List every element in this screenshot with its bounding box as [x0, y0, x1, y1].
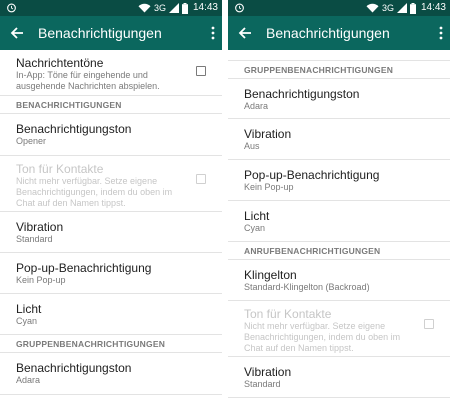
wifi-icon — [138, 3, 151, 13]
app-bar: Benachrichtigungen — [0, 16, 222, 50]
network-type-label: 3G — [381, 3, 394, 13]
signal-icon — [396, 3, 407, 13]
list-item[interactable]: Klingelton Standard-Klingelton (Backroad… — [228, 260, 450, 301]
battery-icon — [409, 2, 416, 14]
row-subtitle: Standard — [16, 234, 53, 244]
row-title: Benachrichtigungston — [16, 361, 132, 375]
list-item[interactable]: Vibration Standard — [0, 212, 222, 253]
more-vert-icon[interactable] — [438, 26, 444, 40]
row-subtitle: Kein Pop-up — [244, 182, 294, 192]
row-subtitle: Standard — [244, 379, 281, 389]
contact-sound-row: Ton für Kontakte Nicht mehr verfügbar. S… — [228, 301, 450, 357]
row-title: Licht — [16, 302, 42, 316]
status-bar: 3G 14:43 — [0, 0, 222, 16]
page-title: Benachrichtigungen — [38, 25, 162, 41]
page-title: Benachrichtigungen — [266, 25, 390, 41]
right-screen: 3G 14:43 Benachrichtigungen GRUPPENBENAC… — [228, 0, 450, 400]
list-item[interactable]: Benachrichtigungston Adara — [228, 79, 450, 119]
row-subtitle: Adara — [244, 101, 269, 111]
row-title: Ton für Kontakte — [16, 162, 104, 176]
section-header: GRUPPENBENACHRICHTIGUNGEN — [228, 61, 450, 79]
row-title: Nachrichtentöne — [16, 56, 104, 70]
list-item[interactable]: Benachrichtigungston Opener — [0, 114, 222, 156]
clock-time: 14:43 — [192, 2, 218, 13]
list-item[interactable]: Pop-up-Benachrichtigung Kein Pop-up — [228, 160, 450, 201]
row-title: Pop-up-Benachrichtigung — [244, 168, 380, 182]
list-item[interactable]: Vibration Standard — [228, 357, 450, 398]
screenshot-pair: 3G 14:43 Benachrichtigungen Nachrichtent… — [0, 0, 450, 400]
contact-sound-checkbox — [196, 174, 206, 184]
signal-icon — [168, 3, 179, 13]
notification-sounds-row[interactable]: Nachrichtentöne In-App: Töne für eingehe… — [0, 50, 222, 96]
status-bar: 3G 14:43 — [228, 0, 450, 16]
row-title: Pop-up-Benachrichtigung — [16, 261, 152, 275]
settings-list: Nachrichtentöne In-App: Töne für eingehe… — [0, 50, 222, 395]
left-screen: 3G 14:43 Benachrichtigungen Nachrichtent… — [0, 0, 222, 400]
arrow-back-icon[interactable] — [10, 26, 24, 40]
row-subtitle: Opener — [16, 136, 47, 146]
battery-icon — [181, 2, 188, 14]
clock-time: 14:43 — [420, 2, 446, 13]
section-header: GRUPPENBENACHRICHTIGUNGEN — [0, 335, 222, 353]
row-title: Vibration — [244, 127, 292, 141]
row-title: Vibration — [16, 220, 64, 234]
row-subtitle: Standard-Klingelton (Backroad) — [244, 282, 370, 292]
section-header: ANRUFBENACHRICHTIGUNGEN — [228, 242, 450, 260]
row-title: Vibration — [244, 365, 292, 379]
notification-sounds-checkbox[interactable] — [196, 66, 206, 76]
contact-sound-checkbox — [424, 319, 434, 329]
contact-sound-row: Ton für Kontakte Nicht mehr verfügbar. S… — [0, 156, 222, 212]
alarm-clock-icon — [235, 3, 244, 13]
row-subtitle: Nicht mehr verfügbar. Setze eigene Benac… — [244, 321, 401, 353]
more-vert-icon[interactable] — [210, 26, 216, 40]
section-header: BENACHRICHTIGUNGEN — [0, 96, 222, 114]
row-title: Licht — [244, 209, 270, 223]
list-item[interactable]: Pop-up-Benachrichtigung Kein Pop-up — [0, 253, 222, 294]
row-subtitle: In-App: Töne für eingehende und ausgehen… — [16, 70, 160, 91]
row-title: Ton für Kontakte — [244, 307, 332, 321]
alarm-clock-icon — [7, 3, 16, 13]
wifi-icon — [366, 3, 379, 13]
list-item[interactable]: Licht Cyan — [0, 294, 222, 335]
row-subtitle: Adara — [16, 375, 41, 385]
row-subtitle: Cyan — [244, 223, 266, 233]
list-item[interactable]: Benachrichtigungston Adara — [0, 353, 222, 395]
list-item[interactable]: Vibration Aus — [228, 119, 450, 160]
row-subtitle: Cyan — [16, 316, 38, 326]
list-item[interactable]: Licht Cyan — [228, 201, 450, 242]
app-bar: Benachrichtigungen — [228, 16, 450, 50]
row-subtitle: Kein Pop-up — [16, 275, 66, 285]
settings-list: GRUPPENBENACHRICHTIGUNGEN Benachrichtigu… — [228, 50, 450, 398]
row-subtitle: Aus — [244, 141, 260, 151]
row-title: Klingelton — [244, 268, 297, 282]
scrolled-row-remnant — [228, 50, 450, 61]
row-title: Benachrichtigungston — [244, 87, 360, 101]
arrow-back-icon[interactable] — [238, 26, 252, 40]
row-subtitle: Nicht mehr verfügbar. Setze eigene Benac… — [16, 176, 173, 208]
network-type-label: 3G — [153, 3, 166, 13]
row-title: Benachrichtigungston — [16, 122, 132, 136]
